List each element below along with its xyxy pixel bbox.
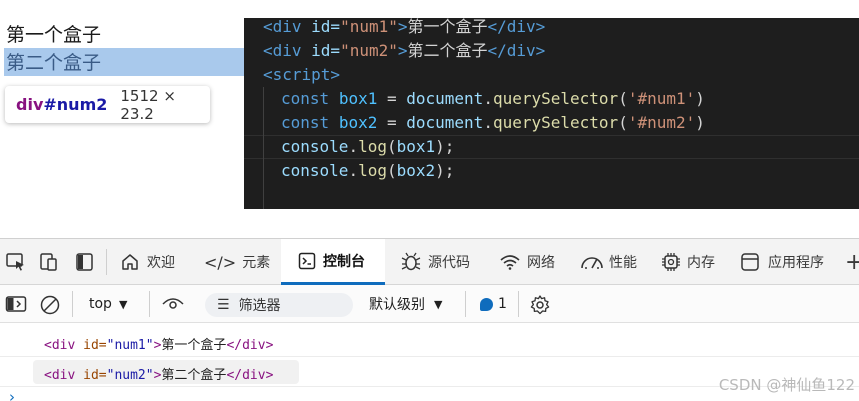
devtools-tabbar: 欢迎 </> 元素 控制台 源代码 网络 性能 内存 应用程序 + xyxy=(0,239,859,285)
chip-icon xyxy=(662,253,680,271)
device-emulation-icon[interactable] xyxy=(38,252,60,272)
context-selector[interactable]: top ▼ xyxy=(89,285,127,323)
tab-welcome[interactable]: 欢迎 xyxy=(120,239,175,285)
settings-gear-icon[interactable] xyxy=(529,294,551,316)
code-line-3: <script> xyxy=(263,65,341,84)
div-num2: 第二个盒子 xyxy=(6,52,102,74)
code-line-2: <div id="num2">第二个盒子</div> xyxy=(263,41,546,60)
page-preview: 第一个盒子 第二个盒子 div #num2 1512 × 23.2 <div id… xyxy=(0,0,859,238)
tab-sources[interactable]: 源代码 xyxy=(400,239,470,285)
tab-performance[interactable]: 性能 xyxy=(580,239,637,285)
tab-network[interactable]: 网络 xyxy=(499,239,555,285)
inspect-tooltip: div #num2 1512 × 23.2 xyxy=(5,86,210,123)
dock-sidebar-icon[interactable] xyxy=(74,252,96,272)
log-level-dropdown[interactable]: 默认级别 ▼ xyxy=(369,285,442,323)
bug-icon xyxy=(401,252,421,271)
filter-icon: ☰ xyxy=(217,297,230,313)
watermark: CSDN @神仙鱼122 xyxy=(718,376,855,394)
tab-console[interactable]: 控制台 xyxy=(281,239,385,285)
filter-input[interactable]: ☰ 筛选器 xyxy=(205,293,353,317)
sidebar-toggle-icon[interactable] xyxy=(5,295,27,313)
indent-guide xyxy=(263,87,264,209)
devtools-panel: 欢迎 </> 元素 控制台 源代码 网络 性能 内存 应用程序 + top ▼ … xyxy=(0,238,859,401)
console-icon xyxy=(298,252,316,269)
console-toolbar: top ▼ ☰ 筛选器 默认级别 ▼ 1 xyxy=(0,285,859,323)
message-bubble-icon xyxy=(480,297,493,311)
add-tab-icon[interactable]: + xyxy=(845,239,859,285)
console-message[interactable]: <div id="num1">第一个盒子</div> xyxy=(0,327,859,357)
code-line-5: const box2 = document.querySelector('#nu… xyxy=(281,113,705,132)
wifi-icon xyxy=(500,255,520,270)
tab-separator xyxy=(106,249,107,275)
code-line-1: <div id="num1">第一个盒子</div> xyxy=(263,18,546,36)
gauge-icon xyxy=(581,257,603,269)
inspect-element-icon[interactable] xyxy=(5,252,27,272)
code-line-6: console.log(box1); xyxy=(281,137,455,156)
code-line-4: const box1 = document.querySelector('#nu… xyxy=(281,89,705,108)
tab-application[interactable]: 应用程序 xyxy=(740,239,824,285)
home-icon xyxy=(122,254,138,270)
tooltip-size: 1512 × 23.2 xyxy=(120,86,176,123)
message-count-badge[interactable]: 1 xyxy=(480,285,507,323)
tooltip-id: #num2 xyxy=(43,95,108,114)
tooltip-tag: div xyxy=(16,95,44,114)
code-line-7: console.log(box2); xyxy=(281,161,455,180)
caret-down-icon: ▼ xyxy=(118,297,128,311)
app-icon xyxy=(741,253,759,271)
tab-memory[interactable]: 内存 xyxy=(660,239,715,285)
code-icon: </> xyxy=(204,252,237,272)
caret-down-icon: ▼ xyxy=(434,297,443,311)
div-num1: 第一个盒子 xyxy=(6,24,102,46)
clear-console-icon[interactable] xyxy=(39,294,61,316)
code-editor-snippet: <div id="num1">第一个盒子</div> <div id="num2… xyxy=(244,18,859,209)
console-prompt-icon[interactable]: › xyxy=(9,388,15,401)
tab-elements[interactable]: </> 元素 xyxy=(204,239,270,285)
live-expression-eye-icon[interactable] xyxy=(162,297,184,311)
